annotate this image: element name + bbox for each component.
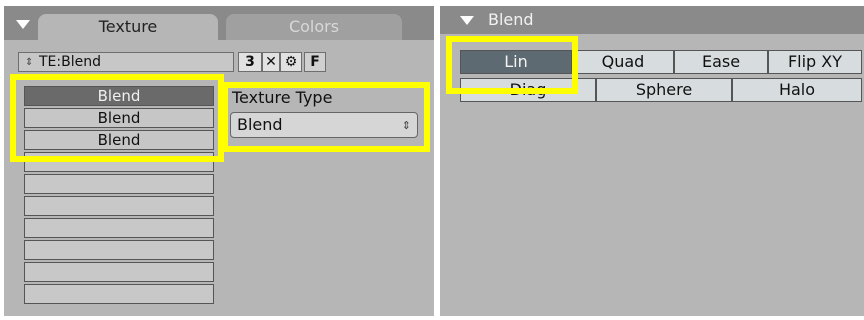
ease-button[interactable]: Ease xyxy=(674,50,768,74)
highlight-texture-type xyxy=(222,82,430,152)
texture-slot-10[interactable] xyxy=(24,284,214,304)
texture-slot-7[interactable] xyxy=(24,218,214,238)
texture-datablock-field[interactable]: ⇕ TE:Blend xyxy=(18,52,234,72)
texture-slot-6[interactable] xyxy=(24,196,214,216)
collapse-triangle-icon[interactable] xyxy=(16,20,30,29)
texture-slot-5[interactable] xyxy=(24,174,214,194)
up-down-arrows-icon[interactable]: ⇕ xyxy=(25,54,33,72)
tab-colors[interactable]: Colors xyxy=(226,14,402,40)
flip-xy-button[interactable]: Flip XY xyxy=(768,50,862,74)
texture-slot-9[interactable] xyxy=(24,262,214,282)
unlink-icon[interactable]: ✕ xyxy=(262,52,280,72)
user-count-button[interactable]: 3 xyxy=(238,52,262,72)
tab-texture[interactable]: Texture xyxy=(38,14,218,40)
sphere-button[interactable]: Sphere xyxy=(596,78,732,102)
texture-name: TE:Blend xyxy=(39,54,101,70)
fake-user-button[interactable]: F xyxy=(304,52,326,72)
collapse-triangle-icon[interactable] xyxy=(460,16,474,25)
halo-button[interactable]: Halo xyxy=(732,78,862,102)
quad-button[interactable]: Quad xyxy=(572,50,674,74)
fake-user-icon[interactable]: ⚙ xyxy=(280,52,302,72)
blend-panel-title: Blend xyxy=(488,10,534,29)
highlight-texture-list xyxy=(10,74,224,162)
highlight-lin-button xyxy=(446,36,578,94)
texture-slot-8[interactable] xyxy=(24,240,214,260)
